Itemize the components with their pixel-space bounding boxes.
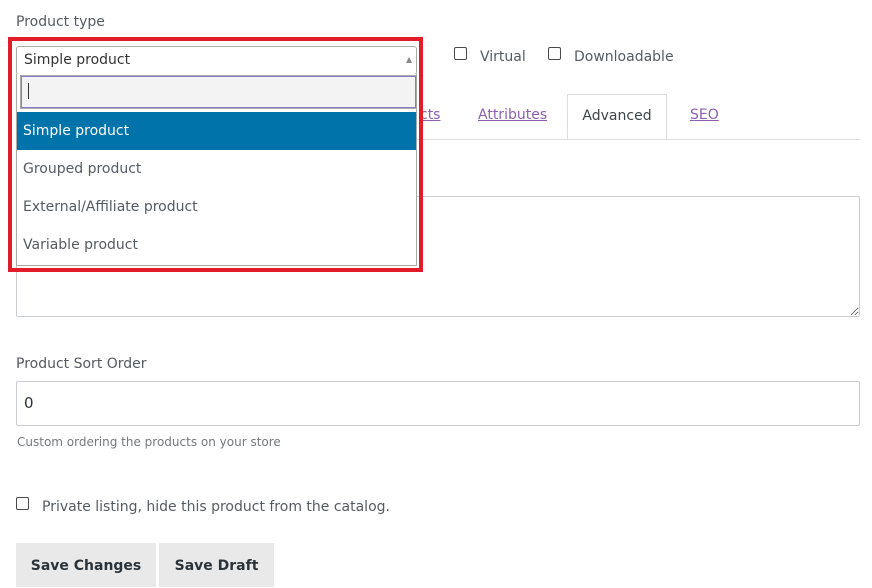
virtual-checkbox[interactable] xyxy=(454,47,467,60)
private-listing-checkbox[interactable] xyxy=(16,497,29,510)
tab-linked-products[interactable]: cts xyxy=(420,107,440,123)
virtual-label: Virtual xyxy=(480,49,526,65)
sort-order-label: Product Sort Order xyxy=(16,356,147,372)
tab-attributes[interactable]: Attributes xyxy=(478,107,547,123)
highlight-box xyxy=(8,37,423,272)
private-listing-label: Private listing, hide this product from … xyxy=(42,499,390,515)
save-draft-button[interactable]: Save Draft xyxy=(159,543,274,587)
downloadable-label: Downloadable xyxy=(574,49,674,65)
tab-advanced[interactable]: Advanced xyxy=(567,94,667,140)
downloadable-checkbox[interactable] xyxy=(548,47,561,60)
product-type-label: Product type xyxy=(16,14,105,30)
save-changes-button[interactable]: Save Changes xyxy=(16,543,156,587)
sort-order-input[interactable]: 0 xyxy=(16,381,860,426)
tab-seo[interactable]: SEO xyxy=(690,107,719,123)
sort-order-help: Custom ordering the products on your sto… xyxy=(17,435,281,449)
